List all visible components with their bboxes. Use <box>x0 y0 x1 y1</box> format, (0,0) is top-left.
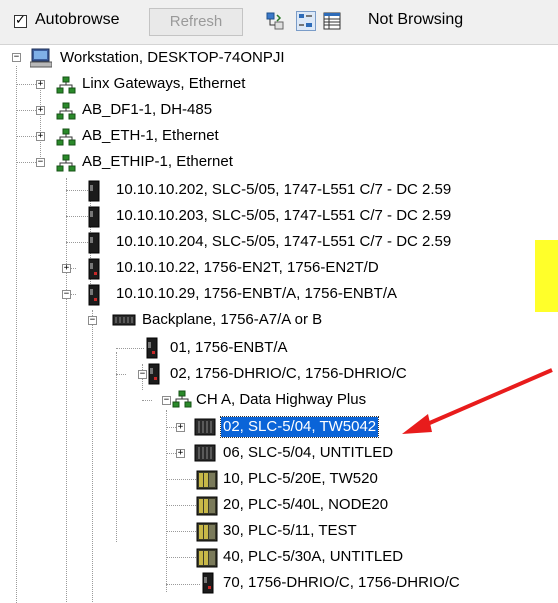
annotation-arrow <box>402 368 553 434</box>
